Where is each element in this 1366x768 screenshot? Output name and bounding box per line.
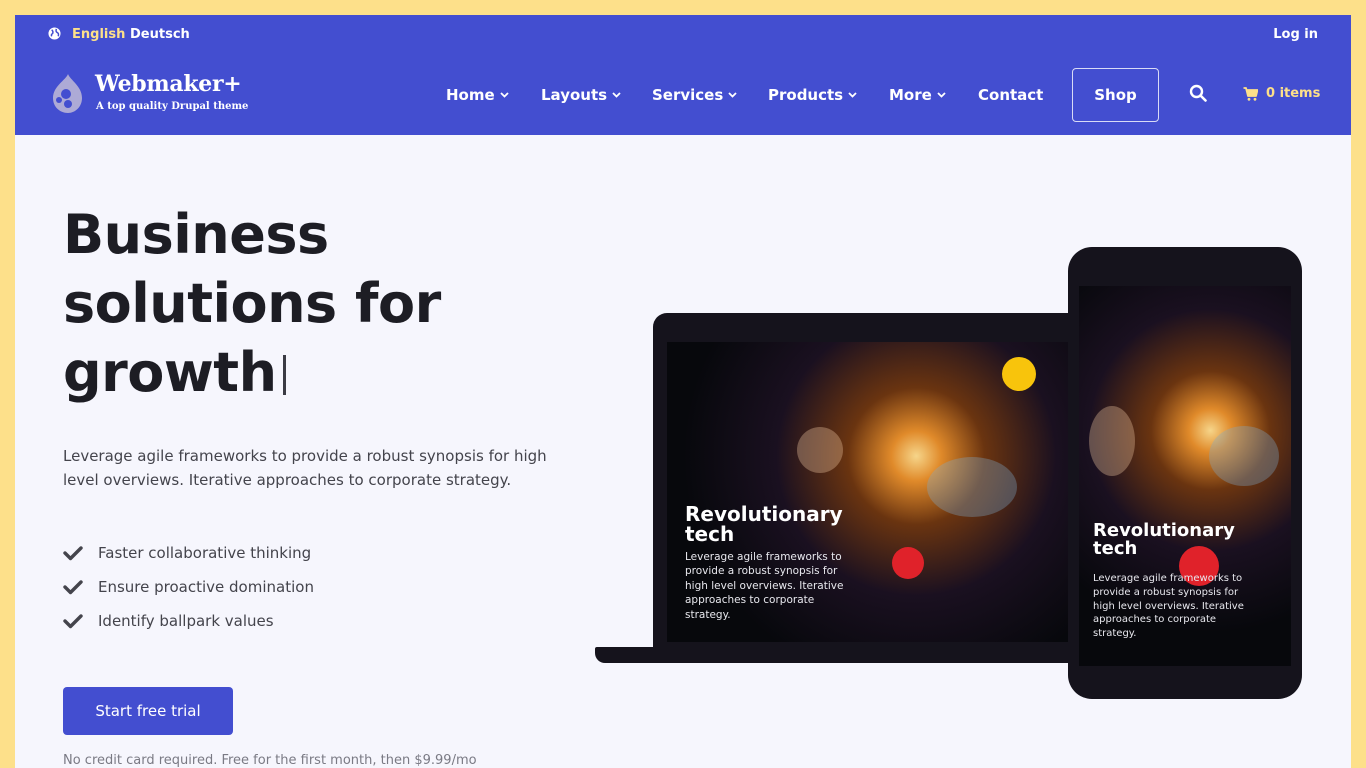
search-icon[interactable] [1189,84,1207,102]
feature-list: Faster collaborative thinking Ensure pro… [63,536,314,638]
mockup-heading-line-2: tech [1093,538,1138,559]
laptop-screen-image: Revolutionary tech Leverage agile framew… [667,342,1069,642]
brand-name[interactable]: Webmaker+ [95,71,242,97]
mockup-body-line: strategy. [685,608,731,621]
list-item: Identify ballpark values [63,604,314,638]
robot-hand-shape [1209,426,1279,486]
page-frame: English Deutsch Log in Webmaker+ A top q… [15,15,1351,768]
checkmark-icon [63,546,83,561]
mockup-heading: Revolutionary tech [1093,522,1235,558]
login-link[interactable]: Log in [1273,27,1318,42]
hero-title-line-3-text: growth [63,341,277,404]
typing-caret [282,355,286,395]
hero-description: Leverage agile frameworks to provide a r… [63,447,547,489]
nav-contact[interactable]: Contact [978,86,1043,104]
light-orb [892,547,924,579]
nav-more-label: More [889,86,932,104]
top-bar: English Deutsch Log in [15,15,1351,55]
chevron-down-icon [500,92,509,98]
feature-label: Identify ballpark values [98,612,274,630]
mockup-body-line: Leverage agile frameworks to [1093,573,1243,584]
mockup-body-line: provide a robust synopsis for [1093,586,1239,598]
nav-home-label: Home [446,86,495,104]
nav-products[interactable]: Products [768,86,857,104]
hero-title-line-1: Business [63,203,329,266]
mockup-body-line: Leverage agile frameworks to [685,551,842,563]
cta-note: No credit card required. Free for the fi… [63,753,477,768]
site-header: English Deutsch Log in Webmaker+ A top q… [15,15,1351,135]
light-orb [1089,406,1135,476]
chevron-down-icon [937,92,946,98]
language-deutsch-link[interactable]: Deutsch [130,27,190,42]
laptop-base [595,647,1085,663]
chevron-down-icon [612,92,621,98]
robot-hand-shape [927,457,1017,517]
mockup-body-line: strategy. [1093,628,1137,640]
nav-contact-label: Contact [978,86,1044,104]
nav-layouts[interactable]: Layouts [541,86,621,104]
phone-screen-image: Revolutionary tech Leverage agile framew… [1079,286,1291,666]
feature-label: Ensure proactive domination [98,578,314,596]
nav-services[interactable]: Services [652,86,737,104]
light-orb [1002,357,1036,391]
brand-tagline: A top quality Drupal theme [96,101,249,112]
checkmark-icon [63,580,83,595]
drupal-logo-icon[interactable] [48,72,88,114]
nav-layouts-label: Layouts [541,86,608,104]
mockup-body: Leverage agile frameworks to provide a r… [685,550,843,622]
cart-link[interactable]: 0 items [1243,86,1320,101]
light-orb [797,427,843,473]
mockup-body-line: approaches to corporate [1093,614,1217,626]
nav-products-label: Products [768,86,844,104]
mockup-body-line: high level overviews. Iterative [1093,600,1244,612]
start-free-trial-button[interactable]: Start free trial [63,687,233,735]
hero-title: Business solutions for growth [63,200,583,407]
hero-title-line-3: growth [63,338,583,407]
globe-icon [48,27,61,40]
hero-title-line-2: solutions for [63,272,441,335]
mockup-body-line: high level overviews. Iterative [685,579,844,592]
shopping-cart-icon [1243,86,1258,101]
cart-count: 0 items [1266,86,1321,101]
list-item: Ensure proactive domination [63,570,314,604]
nav-services-label: Services [652,86,724,104]
mockup-body-line: approaches to corporate [685,594,815,607]
mockup-heading-line-1: Revolutionary [685,502,843,526]
nav-more[interactable]: More [889,86,946,104]
nav-home[interactable]: Home [446,86,509,104]
checkmark-icon [63,614,83,629]
language-english-link[interactable]: English [72,27,125,42]
mockup-heading: Revolutionary tech [685,504,843,544]
mockup-body: Leverage agile frameworks to provide a r… [1093,572,1244,641]
list-item: Faster collaborative thinking [63,536,314,570]
chevron-down-icon [848,92,857,98]
chevron-down-icon [728,92,737,98]
mockup-body-line: provide a robust synopsis for [685,565,838,578]
shop-button[interactable]: Shop [1072,68,1159,122]
mockup-heading-line-2: tech [685,522,735,546]
feature-label: Faster collaborative thinking [98,544,312,562]
